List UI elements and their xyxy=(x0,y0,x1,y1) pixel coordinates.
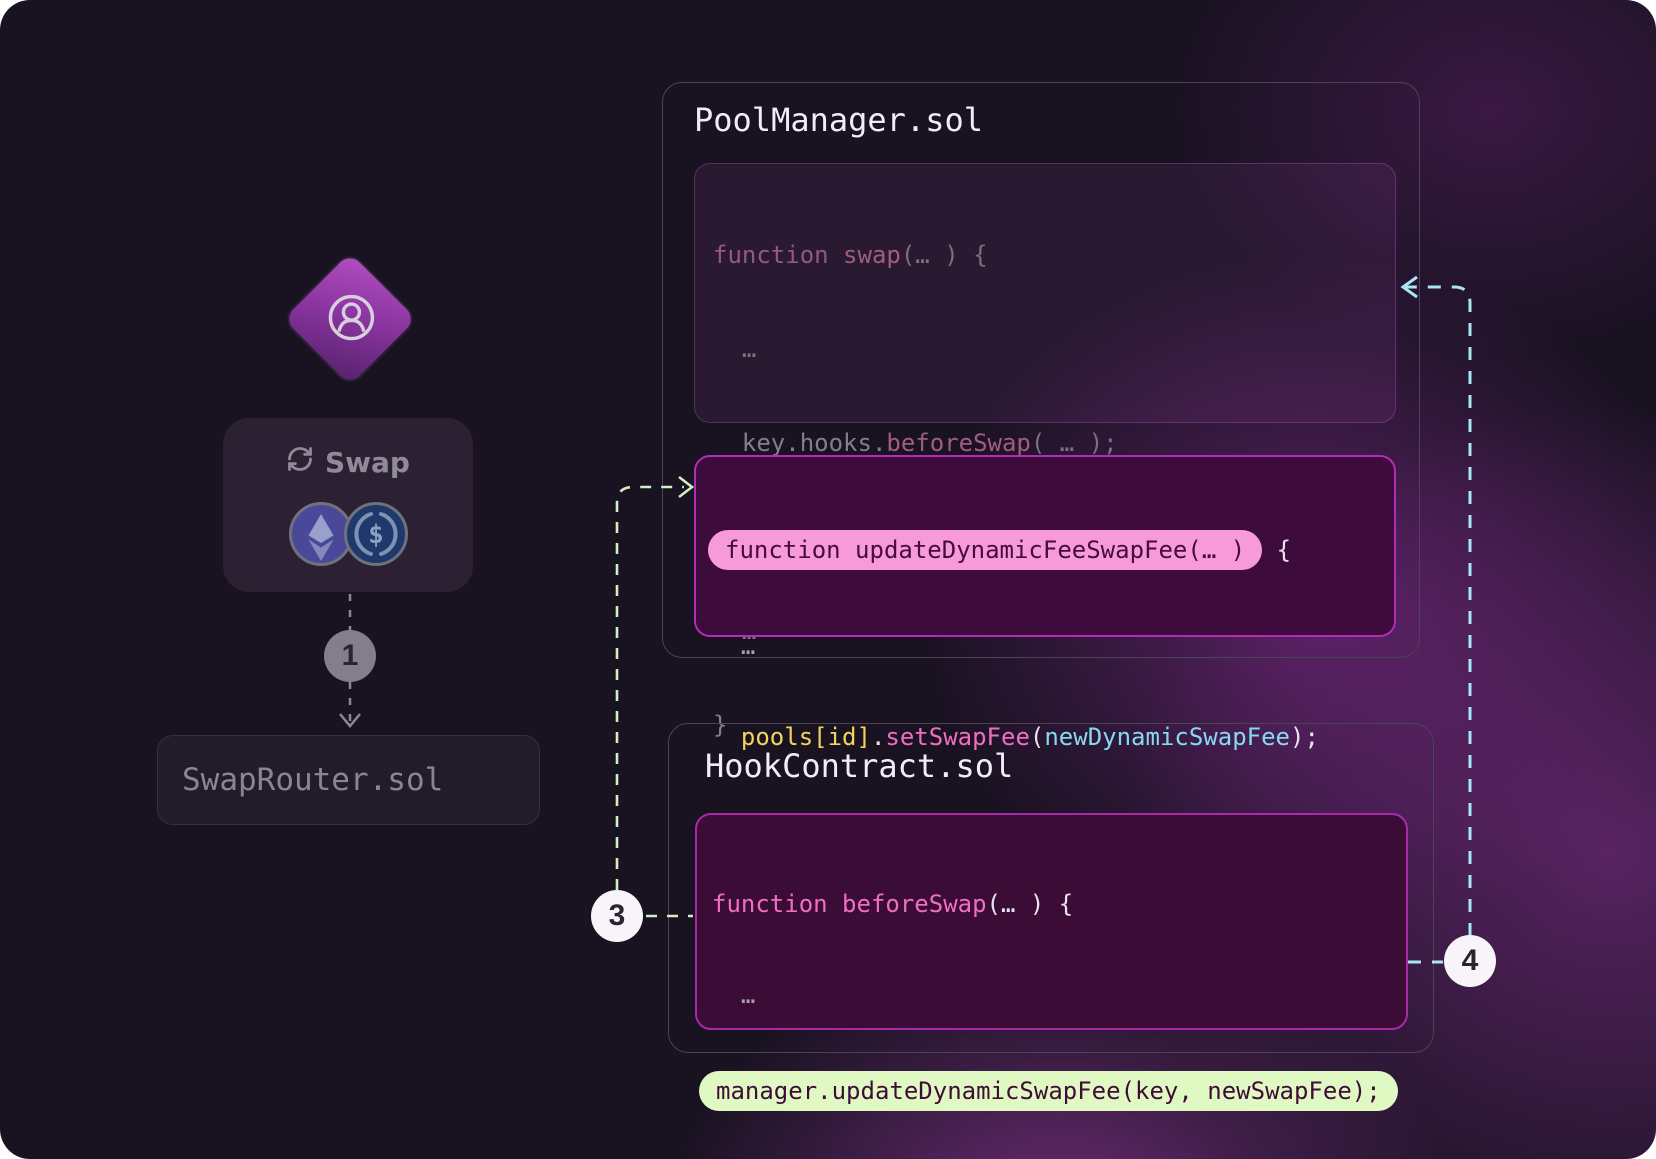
poolmanager-swap-code: function swap(… ) { … key.hooks.beforeSw… xyxy=(694,163,1396,423)
code-line: function updateDynamicFeeSwapFee(… ) { xyxy=(712,527,1378,573)
code-line: … xyxy=(712,979,1391,1011)
code-token: … xyxy=(712,981,755,1009)
step-badge-1: 1 xyxy=(324,630,376,682)
code-line: … xyxy=(712,629,1378,664)
code-token: function xyxy=(712,890,842,918)
swap-label: Swap xyxy=(325,446,410,479)
user-icon xyxy=(303,272,396,365)
step-badge-4: 4 xyxy=(1444,935,1496,987)
eth-coin-icon xyxy=(289,502,353,566)
arrow-down-icon xyxy=(340,714,360,726)
code-token: (… ) { xyxy=(987,890,1074,918)
code-token: { xyxy=(1262,536,1291,564)
poolmanager-updatefee-code: function updateDynamicFeeSwapFee(… ) { …… xyxy=(694,455,1396,637)
code-line: function swap(… ) { xyxy=(713,236,1377,274)
function-signature-highlight: function updateDynamicFeeSwapFee(… ) xyxy=(708,530,1262,570)
token-pair: $ xyxy=(223,502,473,566)
swap-action-box: Swap $ xyxy=(223,418,473,592)
code-token: … xyxy=(713,335,756,363)
code-line: … xyxy=(713,330,1377,368)
code-token: … xyxy=(712,632,755,660)
swaprouter-title: SwapRouter.sol xyxy=(182,762,443,798)
step-number: 4 xyxy=(1462,944,1479,978)
diagram-card: Swap $ SwapRouter.sol PoolManager.sol xyxy=(0,0,1656,1159)
usdc-dollar-symbol: $ xyxy=(368,520,384,550)
swaprouter-node: SwapRouter.sol xyxy=(157,735,540,825)
hookcontract-title: HookContract.sol xyxy=(705,744,1013,788)
code-token: function xyxy=(713,241,843,269)
update-call-highlight: manager.updateDynamicSwapFee(key, newSwa… xyxy=(699,1071,1398,1111)
code-token: swap xyxy=(843,241,901,269)
user-node xyxy=(281,250,420,389)
step-number: 1 xyxy=(342,639,359,673)
code-token: key.hooks. xyxy=(713,429,886,457)
code-token: (… ) { xyxy=(901,241,988,269)
code-token: beforeSwap xyxy=(842,890,987,918)
swap-arrows-icon xyxy=(286,445,314,480)
code-line: manager.updateDynamicSwapFee(key, newSwa… xyxy=(712,1067,1391,1115)
step-number: 3 xyxy=(609,899,626,933)
poolmanager-title: PoolManager.sol xyxy=(694,98,983,142)
usdc-coin-icon: $ xyxy=(344,502,408,566)
code-token: ( … ); xyxy=(1031,429,1118,457)
step-badge-3: 3 xyxy=(591,890,643,942)
code-line: function beforeSwap(… ) { xyxy=(712,885,1391,923)
code-token: beforeSwap xyxy=(886,429,1031,457)
hookcontract-beforeswap-code: function beforeSwap(… ) { … manager.upda… xyxy=(695,813,1408,1030)
